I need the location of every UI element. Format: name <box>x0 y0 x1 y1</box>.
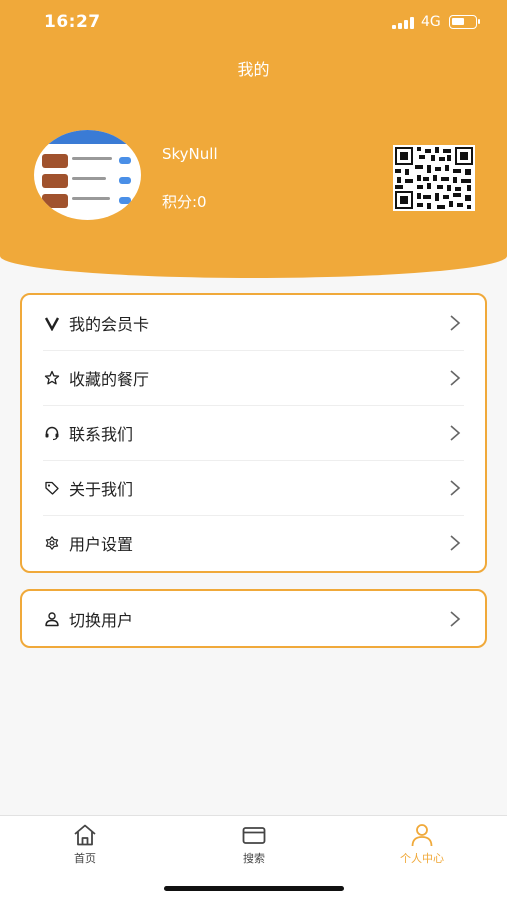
person-icon <box>411 824 433 847</box>
switch-user-label: 切换用户 <box>69 610 134 630</box>
switch-user-card: 切换用户 <box>20 589 487 648</box>
menu-item-member-card[interactable]: 我的会员卡 <box>22 295 485 350</box>
status-bar: 16:27 4G <box>0 0 507 46</box>
page-title: 我的 <box>237 60 270 79</box>
menu-card: 我的会员卡 收藏的餐厅 联系我们 关于我们 用户设置 <box>20 293 487 573</box>
menu-item-label: 用户设置 <box>69 534 134 554</box>
battery-icon <box>449 15 480 29</box>
menu-item-contact-us[interactable]: 联系我们 <box>22 405 485 460</box>
qr-code-icon[interactable] <box>393 145 475 211</box>
profile-header: 16:27 4G 我的 SkyNull 积分:0 <box>0 0 507 278</box>
status-time: 16:27 <box>44 12 101 32</box>
chevron-right-icon <box>449 314 461 332</box>
chevron-right-icon <box>449 534 461 552</box>
settings-flower-icon <box>43 534 61 552</box>
tag-icon <box>43 479 61 497</box>
points-label: 积分:0 <box>162 193 207 211</box>
menu-item-label: 我的会员卡 <box>69 314 150 334</box>
home-icon <box>74 824 96 846</box>
menu-item-about-us[interactable]: 关于我们 <box>22 460 485 515</box>
headset-icon <box>43 424 61 442</box>
tab-label: 搜索 <box>243 852 265 865</box>
tab-profile[interactable]: 个人中心 <box>377 822 467 866</box>
menu-item-favorite-restaurants[interactable]: 收藏的餐厅 <box>22 350 485 405</box>
tab-label: 个人中心 <box>400 852 444 865</box>
tab-search[interactable]: 搜索 <box>209 822 299 866</box>
network-label: 4G <box>421 14 441 30</box>
chevron-right-icon <box>449 369 461 387</box>
user-icon <box>43 610 61 628</box>
switch-user-button[interactable]: 切换用户 <box>22 591 485 646</box>
tab-home[interactable]: 首页 <box>40 822 130 866</box>
card-icon <box>242 827 266 844</box>
menu-item-label: 联系我们 <box>69 424 134 444</box>
chevron-right-icon <box>449 479 461 497</box>
chevron-right-icon <box>449 610 461 628</box>
menu-item-label: 关于我们 <box>69 479 134 499</box>
username: SkyNull <box>162 145 218 163</box>
menu-item-label: 收藏的餐厅 <box>69 369 150 389</box>
avatar[interactable] <box>34 130 141 220</box>
tab-label: 首页 <box>74 852 96 865</box>
menu-item-user-settings[interactable]: 用户设置 <box>22 515 485 570</box>
signal-icon <box>392 17 414 29</box>
star-icon <box>43 369 61 387</box>
chevron-right-icon <box>449 424 461 442</box>
home-indicator <box>164 886 344 891</box>
v-icon <box>43 314 61 332</box>
